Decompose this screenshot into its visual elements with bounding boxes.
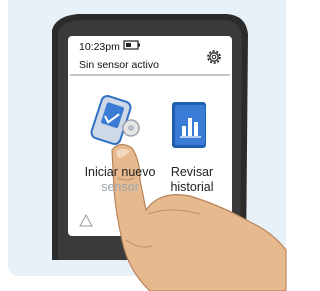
start-sensor-button[interactable]: Iniciar nuevo sensor [78, 165, 162, 195]
review-history-label-line2: historial [170, 180, 214, 194]
clock-time: 10:23pm [79, 41, 120, 53]
start-sensor-label-line1: Iniciar nuevo [84, 165, 156, 179]
review-history-button[interactable]: Revisar historial [164, 165, 220, 195]
sensor-status-text: Sin sensor activo [79, 59, 159, 71]
review-history-label-line1: Revisar [170, 165, 214, 179]
start-sensor-label-line2: sensor [101, 180, 139, 194]
